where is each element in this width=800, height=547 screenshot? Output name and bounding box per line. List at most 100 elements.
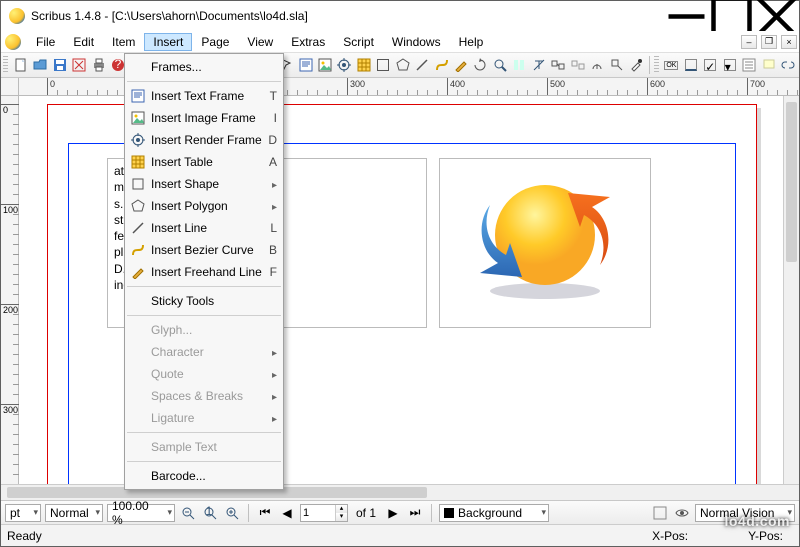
edit-contents-tool[interactable] <box>511 55 528 75</box>
page-number-spinbox[interactable]: ▴▾ <box>300 504 348 522</box>
menu-item-sticky-tools[interactable]: Sticky Tools <box>125 290 283 312</box>
menu-windows[interactable]: Windows <box>383 33 450 51</box>
rotate-tool[interactable] <box>472 55 489 75</box>
menu-item-accelerator: F <box>263 265 277 279</box>
mdi-minimize-button[interactable]: – <box>741 35 757 49</box>
mdi-close-button[interactable]: × <box>781 35 797 49</box>
unit-selector[interactable]: pt <box>5 504 41 522</box>
blank-icon <box>129 59 147 75</box>
menu-extras[interactable]: Extras <box>282 33 334 51</box>
menu-item-insert-shape[interactable]: Insert Shape <box>125 173 283 195</box>
shape-tool[interactable] <box>375 55 392 75</box>
menu-script[interactable]: Script <box>334 33 383 51</box>
eyedropper-tool[interactable] <box>627 55 644 75</box>
menu-item-accelerator: B <box>263 243 277 257</box>
copy-props-tool[interactable] <box>608 55 625 75</box>
print-button[interactable] <box>90 55 107 75</box>
render-frame-icon <box>129 132 147 148</box>
menu-page[interactable]: Page <box>192 33 238 51</box>
freehand-tool[interactable] <box>452 55 469 75</box>
toolbar-grip[interactable] <box>3 56 8 74</box>
menu-edit[interactable]: Edit <box>64 33 103 51</box>
ruler-origin[interactable] <box>1 78 19 96</box>
toggle-preview-button[interactable] <box>673 504 691 522</box>
line-tool[interactable] <box>413 55 430 75</box>
menu-item-insert-image-frame[interactable]: Insert Image FrameI <box>125 107 283 129</box>
maximize-button[interactable] <box>709 1 754 31</box>
link-frames-tool[interactable] <box>550 55 567 75</box>
menu-item-insert-line[interactable]: Insert LineL <box>125 217 283 239</box>
menu-view[interactable]: View <box>238 33 282 51</box>
pdf-annotation-tool[interactable] <box>760 55 777 75</box>
zoom-tool[interactable] <box>491 55 508 75</box>
blank-icon <box>129 388 147 404</box>
toolbar-grip[interactable] <box>654 56 659 74</box>
menu-item-insert-table[interactable]: Insert TableA <box>125 151 283 173</box>
last-page-button[interactable]: ⏭ <box>406 504 424 522</box>
zoom-out-button[interactable] <box>179 504 197 522</box>
prev-page-button[interactable]: ◀ <box>278 504 296 522</box>
image-frame-tool[interactable] <box>316 55 333 75</box>
close-doc-button[interactable] <box>70 55 87 75</box>
layer-selector[interactable]: Background <box>439 504 549 522</box>
pdf-checkbox-tool[interactable]: ✓ <box>702 55 719 75</box>
zoom-selector[interactable]: 100.00 % <box>107 504 175 522</box>
title-bar: Scribus 1.4.8 - [C:\Users\ahorn\Document… <box>1 1 799 31</box>
menu-item-frames[interactable]: Frames... <box>125 56 283 78</box>
pdf-pushbutton-tool[interactable]: OK <box>663 55 680 75</box>
svg-text:1: 1 <box>206 506 213 518</box>
menu-insert[interactable]: Insert <box>144 33 192 51</box>
menu-item-insert-text-frame[interactable]: Insert Text FrameT <box>125 85 283 107</box>
mdi-restore-button[interactable]: ❐ <box>761 35 777 49</box>
new-document-button[interactable] <box>12 55 29 75</box>
pdf-link-tool[interactable] <box>779 55 796 75</box>
main-toolbar: ? <box>1 53 799 78</box>
menu-item-insert-render-frame[interactable]: Insert Render FrameD <box>125 129 283 151</box>
toggle-cms-button[interactable] <box>651 504 669 522</box>
menu-item-barcode[interactable]: Barcode... <box>125 465 283 487</box>
menu-item[interactable]: Item <box>103 33 144 51</box>
blank-icon <box>129 322 147 338</box>
menu-item-insert-polygon[interactable]: Insert Polygon <box>125 195 283 217</box>
menu-item-insert-freehand-line[interactable]: Insert Freehand LineF <box>125 261 283 283</box>
close-button[interactable] <box>754 1 799 31</box>
image-frame[interactable] <box>439 158 651 328</box>
menu-item-accelerator <box>263 345 277 359</box>
line-icon <box>129 220 147 236</box>
preview-mode-selector[interactable]: Normal <box>45 504 103 522</box>
pdf-combobox-tool[interactable]: ▾ <box>721 55 738 75</box>
unlink-frames-tool[interactable] <box>569 55 586 75</box>
menu-item-insert-bezier-curve[interactable]: Insert Bezier CurveB <box>125 239 283 261</box>
next-page-button[interactable]: ▶ <box>384 504 402 522</box>
menu-item-ligature: Ligature <box>125 407 283 429</box>
zoom-in-button[interactable] <box>223 504 241 522</box>
menu-item-label: Insert Image Frame <box>151 111 263 125</box>
status-xpos-label: X-Pos: <box>652 529 688 543</box>
minimize-button[interactable] <box>664 1 709 31</box>
menu-item-accelerator <box>263 177 277 191</box>
open-document-button[interactable] <box>32 55 49 75</box>
menu-item-quote: Quote <box>125 363 283 385</box>
scrollbar-thumb[interactable] <box>786 102 797 262</box>
first-page-button[interactable]: ⏮ <box>256 504 274 522</box>
bezier-tool[interactable] <box>433 55 450 75</box>
menu-item-label: Frames... <box>151 60 263 74</box>
text-frame-tool[interactable] <box>297 55 314 75</box>
pdf-listbox-tool[interactable] <box>740 55 757 75</box>
bezier-icon <box>129 242 147 258</box>
table-tool[interactable] <box>355 55 372 75</box>
save-button[interactable] <box>51 55 68 75</box>
menu-help[interactable]: Help <box>450 33 493 51</box>
render-frame-tool[interactable] <box>336 55 353 75</box>
polygon-tool[interactable] <box>394 55 411 75</box>
vertical-ruler[interactable]: 0100200300 <box>1 96 19 484</box>
edit-text-tool[interactable] <box>530 55 547 75</box>
menu-file[interactable]: File <box>27 33 64 51</box>
measure-tool[interactable] <box>588 55 605 75</box>
vertical-scrollbar[interactable] <box>783 96 799 484</box>
pdf-textfield-tool[interactable] <box>682 55 699 75</box>
zoom-reset-button[interactable]: 1 <box>201 504 219 522</box>
page-number-input[interactable] <box>301 507 335 519</box>
menu-item-accelerator <box>263 389 277 403</box>
status-bar: Ready X-Pos: Y-Pos: <box>1 524 799 546</box>
